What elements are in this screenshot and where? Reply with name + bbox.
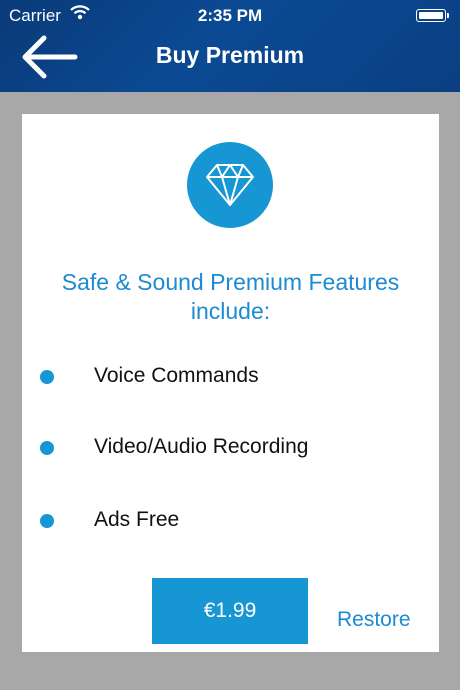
bullet-icon: [40, 514, 54, 528]
feature-label: Video/Audio Recording: [94, 435, 309, 458]
features-heading: Safe & Sound Premium Features include:: [22, 268, 439, 326]
navigation-bar: Carrier 2:35 PM Buy Premium: [0, 0, 460, 92]
diamond-icon: [187, 142, 273, 228]
restore-button[interactable]: Restore: [337, 608, 411, 632]
premium-card: Safe & Sound Premium Features include: V…: [22, 114, 439, 652]
status-bar: Carrier 2:35 PM: [0, 0, 460, 32]
feature-item-voice-commands: Voice Commands: [22, 362, 439, 392]
feature-label: Ads Free: [94, 508, 180, 531]
feature-item-recording: Video/Audio Recording: [22, 433, 439, 463]
feature-label: Voice Commands: [94, 364, 259, 387]
feature-item-ads-free: Ads Free: [22, 506, 439, 536]
features-heading-line1: Safe & Sound Premium Features: [61, 269, 400, 295]
status-time: 2:35 PM: [197, 6, 263, 25]
battery-icon: [416, 9, 449, 22]
bullet-icon: [40, 441, 54, 455]
page-title: Buy Premium: [155, 42, 305, 68]
features-heading-line2: include:: [190, 298, 271, 324]
buy-price-button[interactable]: €1.99: [152, 578, 308, 644]
bullet-icon: [40, 370, 54, 384]
